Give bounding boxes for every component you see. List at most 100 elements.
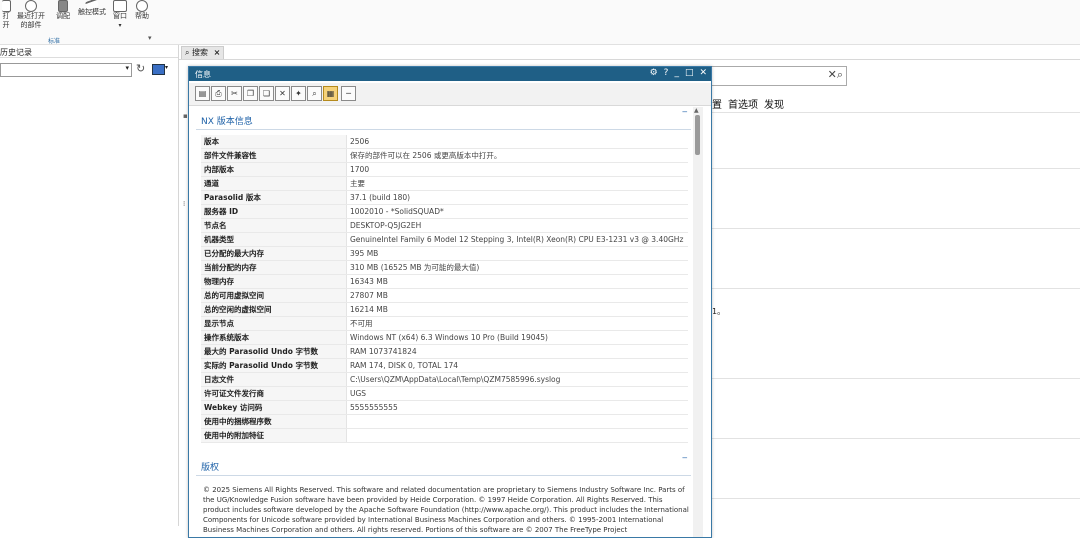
- copyright-section-header[interactable]: 版权 ‾: [196, 457, 691, 473]
- window-controls: ⚙? _ □ ✕: [644, 68, 707, 78]
- highlight-icon[interactable]: ✦: [291, 86, 306, 101]
- paste-icon[interactable]: ❏: [259, 86, 274, 101]
- table-row: Webkey 访问码 5555555555: [201, 400, 688, 415]
- history-filter-select[interactable]: ▾: [0, 63, 132, 77]
- row-key: 服务器 ID: [201, 204, 347, 219]
- row-value: Windows NT (x64) 6.3 Windows 10 Pro (Bui…: [346, 330, 688, 345]
- window-icon: [113, 0, 127, 12]
- history-panel: 历史记录 ▾ ↻ ▾: [0, 45, 179, 526]
- tab-search[interactable]: ⌕ 搜索 ×: [181, 46, 225, 60]
- open-icon: [1, 0, 11, 12]
- table-row: 实际的 Parasolid Undo 字节数 RAM 174, DISK 0, T…: [201, 358, 688, 373]
- view-mode-dropdown-icon[interactable]: ▾: [165, 64, 168, 71]
- find-icon[interactable]: ⌕: [307, 86, 322, 101]
- deploy-button[interactable]: 调配: [54, 0, 72, 21]
- row-value: 27807 MB: [346, 288, 688, 303]
- recent-parts-button[interactable]: 最近打开 的部件: [16, 0, 46, 30]
- version-info-table: 版本 2506 部件文件兼容性 保存的部件可以在 2506 或更高版本中打开。 内部版本…: [201, 135, 688, 443]
- scroll-up-icon[interactable]: ▲: [694, 107, 699, 114]
- help-label: 帮助: [135, 12, 149, 20]
- table-row: 节点名 DESKTOP-Q5JG2EH: [201, 218, 688, 233]
- table-row: 使用中的附加特征: [201, 428, 688, 443]
- window-button[interactable]: 窗口 ▾: [111, 0, 129, 30]
- divider: [705, 288, 1080, 289]
- search-icon[interactable]: ⌕: [837, 68, 843, 81]
- table-row: Parasolid 版本 37.1 (build 180): [201, 190, 688, 205]
- version-section-header[interactable]: NX 版本信息 ‾: [196, 111, 691, 127]
- copy-icon[interactable]: ❐: [243, 86, 258, 101]
- row-value: 5555555555: [346, 400, 688, 415]
- row-value: 1002010 - *SolidSQUAD*: [346, 204, 688, 219]
- table-row: 总的可用虚拟空间 27807 MB: [201, 288, 688, 303]
- view-mode-icon[interactable]: [152, 64, 165, 75]
- touch-mode-button[interactable]: 触控模式: [76, 0, 108, 17]
- menu-item-preferences[interactable]: 首选项: [728, 100, 758, 111]
- divider: [196, 129, 691, 130]
- clear-icon[interactable]: ✕: [828, 68, 837, 81]
- close-tab-icon[interactable]: ×: [214, 48, 221, 57]
- maximize-icon[interactable]: □: [685, 68, 694, 78]
- table-row: 使用中的捆绑程序数: [201, 414, 688, 429]
- scrollbar-thumb[interactable]: [695, 115, 700, 155]
- open-label: 打开: [2, 12, 10, 29]
- menu-item-settings[interactable]: 置: [712, 100, 722, 111]
- table-row: 通道 主要: [201, 176, 688, 191]
- table-row: 部件文件兼容性 保存的部件可以在 2506 或更高版本中打开。: [201, 148, 688, 163]
- settings-icon[interactable]: ⚙: [650, 68, 658, 78]
- divider: [196, 475, 691, 476]
- row-key: 使用中的捆绑程序数: [201, 414, 347, 429]
- ribbon-toolbar: 打开 最近打开 的部件 调配 触控模式 窗口 ▾ 帮助 标准 ▾: [0, 0, 1080, 45]
- row-value: UGS: [346, 386, 688, 401]
- row-key: 使用中的附加特征: [201, 428, 347, 443]
- help-button[interactable]: 帮助: [133, 0, 151, 21]
- row-key: 实际的 Parasolid Undo 字节数: [201, 358, 347, 373]
- row-key: 最大的 Parasolid Undo 字节数: [201, 344, 347, 359]
- ribbon-expand-icon[interactable]: ▾: [148, 34, 152, 42]
- divider: [705, 498, 1080, 499]
- menu-item-discover[interactable]: 发现: [764, 100, 784, 111]
- table-row: 已分配的最大内存 395 MB: [201, 246, 688, 261]
- row-key: 许可证文件发行商: [201, 386, 347, 401]
- collapse-section-icon[interactable]: ‾: [683, 457, 688, 467]
- format-icon[interactable]: ▦: [323, 86, 338, 101]
- help-icon[interactable]: ?: [664, 68, 669, 78]
- window-dropdown-icon[interactable]: ▾: [111, 21, 129, 30]
- table-row: 版本 2506: [201, 135, 688, 149]
- chevron-down-icon: ▾: [125, 64, 129, 72]
- close-icon[interactable]: ✕: [699, 68, 707, 78]
- search-input[interactable]: ✕⌕: [705, 66, 847, 86]
- divider: [0, 57, 178, 58]
- row-key: 操作系统版本: [201, 330, 347, 345]
- print-icon[interactable]: ⎙: [211, 86, 226, 101]
- info-dialog: 信息 ⚙? _ □ ✕ ▤ ⎙ ✂ ❐ ❏ ✕ ✦ ⌕ ▦ ─ NX 版本信息 ‾ 版…: [188, 66, 712, 538]
- row-key: Webkey 访问码: [201, 400, 347, 415]
- row-value: GenuineIntel Family 6 Model 12 Stepping …: [346, 232, 688, 247]
- window-label: 窗口: [113, 12, 127, 20]
- collapse-icon[interactable]: ─: [341, 86, 356, 101]
- result-fragment: 1。: [712, 307, 726, 316]
- cut-icon[interactable]: ✂: [227, 86, 242, 101]
- recent-icon: [25, 0, 37, 12]
- touch-label: 触控模式: [78, 8, 106, 16]
- row-key: 物理内存: [201, 274, 347, 289]
- dialog-scrollbar[interactable]: ▲: [693, 107, 703, 537]
- open-button[interactable]: 打开: [0, 0, 12, 30]
- table-row: 服务器 ID 1002010 - *SolidSQUAD*: [201, 204, 688, 219]
- table-row: 最大的 Parasolid Undo 字节数 RAM 1073741824: [201, 344, 688, 359]
- row-key: 内部版本: [201, 162, 347, 177]
- search-tab-label: 搜索: [192, 48, 209, 57]
- row-value: 310 MB (16525 MB 为可能的最大值): [346, 260, 688, 275]
- refresh-icon[interactable]: ↻: [136, 62, 145, 75]
- ribbon-group-label: 标准: [48, 38, 61, 45]
- row-value: C:\Users\QZM\AppData\Local\Temp\QZM75859…: [346, 372, 688, 387]
- help-icon: [136, 0, 148, 12]
- save-icon[interactable]: ▤: [195, 86, 210, 101]
- table-row: 内部版本 1700: [201, 162, 688, 177]
- row-key: 节点名: [201, 218, 347, 233]
- table-row: 总的空闲的虚拟空间 16214 MB: [201, 302, 688, 317]
- dialog-titlebar[interactable]: 信息 ⚙? _ □ ✕: [189, 67, 711, 81]
- delete-icon[interactable]: ✕: [275, 86, 290, 101]
- collapse-section-icon[interactable]: ‾: [683, 111, 688, 121]
- minimize-icon[interactable]: _: [674, 68, 679, 78]
- row-value: 37.1 (build 180): [346, 190, 688, 205]
